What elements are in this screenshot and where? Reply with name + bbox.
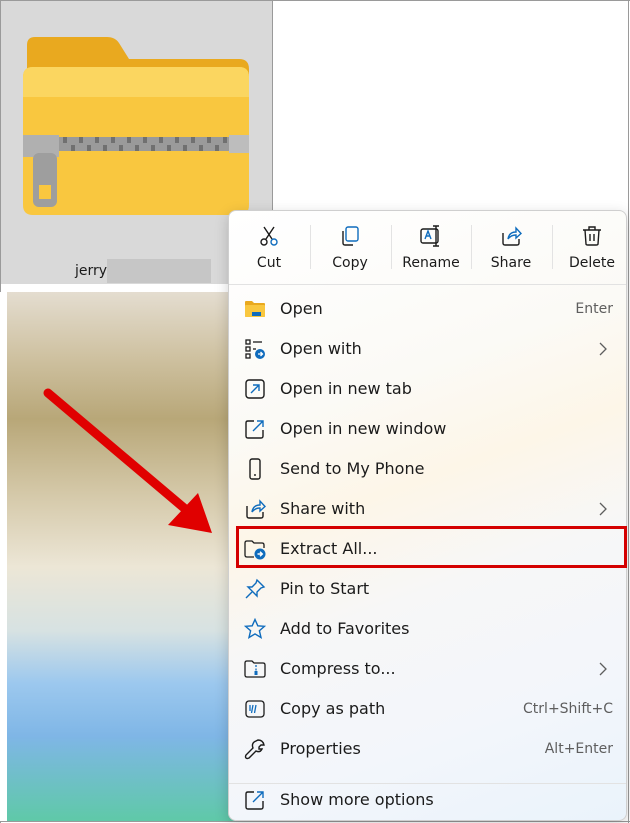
wallpaper-edge xyxy=(0,292,7,821)
menu-item-add-to-favorites[interactable]: Add to Favorites xyxy=(229,610,626,648)
menu-item-label: Send to My Phone xyxy=(280,459,425,478)
context-menu: Cut Copy Rename Share Delete Open Enter … xyxy=(228,210,627,821)
menu-toolbar: Cut Copy Rename Share Delete xyxy=(229,211,626,283)
chevron-right-icon xyxy=(599,662,607,676)
menu-item-label: Copy as path xyxy=(280,699,386,718)
open-with-icon xyxy=(245,339,265,359)
menu-item-extract-all[interactable]: Extract All... xyxy=(229,530,626,568)
delete-button[interactable]: Delete xyxy=(553,215,626,279)
menu-item-label: Open with xyxy=(280,339,362,358)
copy-icon xyxy=(342,226,359,246)
rename-icon xyxy=(420,225,439,247)
menu-item-pin-to-start[interactable]: Pin to Start xyxy=(229,570,626,608)
extract-icon xyxy=(244,540,266,560)
cut-icon xyxy=(260,226,278,246)
menu-item-open[interactable]: Open Enter xyxy=(229,290,626,328)
pin-icon xyxy=(245,578,266,599)
copy-label: Copy xyxy=(332,255,368,271)
menu-item-label: Extract All... xyxy=(280,539,378,558)
menu-item-show-more-options[interactable]: Show more options xyxy=(229,781,626,819)
annotation-arrow-icon xyxy=(43,388,212,533)
chevron-right-icon xyxy=(599,342,607,356)
menu-item-compress-to[interactable]: Compress to... xyxy=(229,650,626,688)
compress-icon xyxy=(244,660,266,678)
menu-item-share-with[interactable]: Share with xyxy=(229,490,626,528)
zip-folder-icon xyxy=(23,37,249,215)
rename-button[interactable]: Rename xyxy=(392,215,470,279)
menu-item-copy-as-path[interactable]: Copy as path Ctrl+Shift+C xyxy=(229,690,626,728)
menu-item-label: Open in new window xyxy=(280,419,447,438)
toolbar-divider xyxy=(229,284,626,285)
new-window-icon xyxy=(245,420,264,439)
menu-item-properties[interactable]: Properties Alt+Enter xyxy=(229,730,626,768)
share-button[interactable]: Share xyxy=(472,215,550,279)
chevron-right-icon xyxy=(599,502,607,516)
copy-button[interactable]: Copy xyxy=(311,215,389,279)
menu-item-open-new-tab[interactable]: Open in new tab xyxy=(229,370,626,408)
menu-item-label: Open xyxy=(280,299,323,318)
menu-item-shortcut: Enter xyxy=(575,301,613,317)
desktop-wallpaper xyxy=(7,292,235,821)
wrench-icon xyxy=(244,739,265,760)
menu-item-send-to-phone[interactable]: Send to My Phone xyxy=(229,450,626,488)
file-name-label: jerry xyxy=(75,263,108,279)
redacted-name-block xyxy=(107,259,211,283)
star-icon xyxy=(244,618,266,639)
cut-label: Cut xyxy=(256,255,282,271)
menu-item-label: Add to Favorites xyxy=(280,619,410,638)
show-more-icon xyxy=(245,791,264,810)
menu-item-shortcut: Ctrl+Shift+C xyxy=(523,701,613,717)
menu-item-label: Pin to Start xyxy=(280,579,370,598)
phone-icon xyxy=(249,458,261,480)
folder-icon xyxy=(245,301,265,317)
menu-item-label: Open in new tab xyxy=(280,379,412,398)
share-icon xyxy=(502,226,522,246)
share-label: Share xyxy=(490,255,532,271)
menu-item-open-with[interactable]: Open with xyxy=(229,330,626,368)
menu-item-label: Properties xyxy=(280,739,361,758)
cut-button[interactable]: Cut xyxy=(230,215,308,279)
menu-item-label: Compress to... xyxy=(280,659,396,678)
rename-label: Rename xyxy=(402,255,460,271)
pane-divider xyxy=(272,0,273,210)
menu-item-open-new-window[interactable]: Open in new window xyxy=(229,410,626,448)
menu-item-label: Show more options xyxy=(280,790,434,809)
delete-icon xyxy=(583,226,601,246)
frame-bottom-line xyxy=(0,821,630,822)
menu-item-shortcut: Alt+Enter xyxy=(544,741,613,757)
frame-right-line xyxy=(628,0,629,823)
delete-label: Delete xyxy=(569,255,615,271)
share-with-icon xyxy=(246,499,266,519)
copy-path-icon xyxy=(245,700,265,718)
menu-item-label: Share with xyxy=(280,499,366,518)
new-tab-icon xyxy=(245,379,265,399)
